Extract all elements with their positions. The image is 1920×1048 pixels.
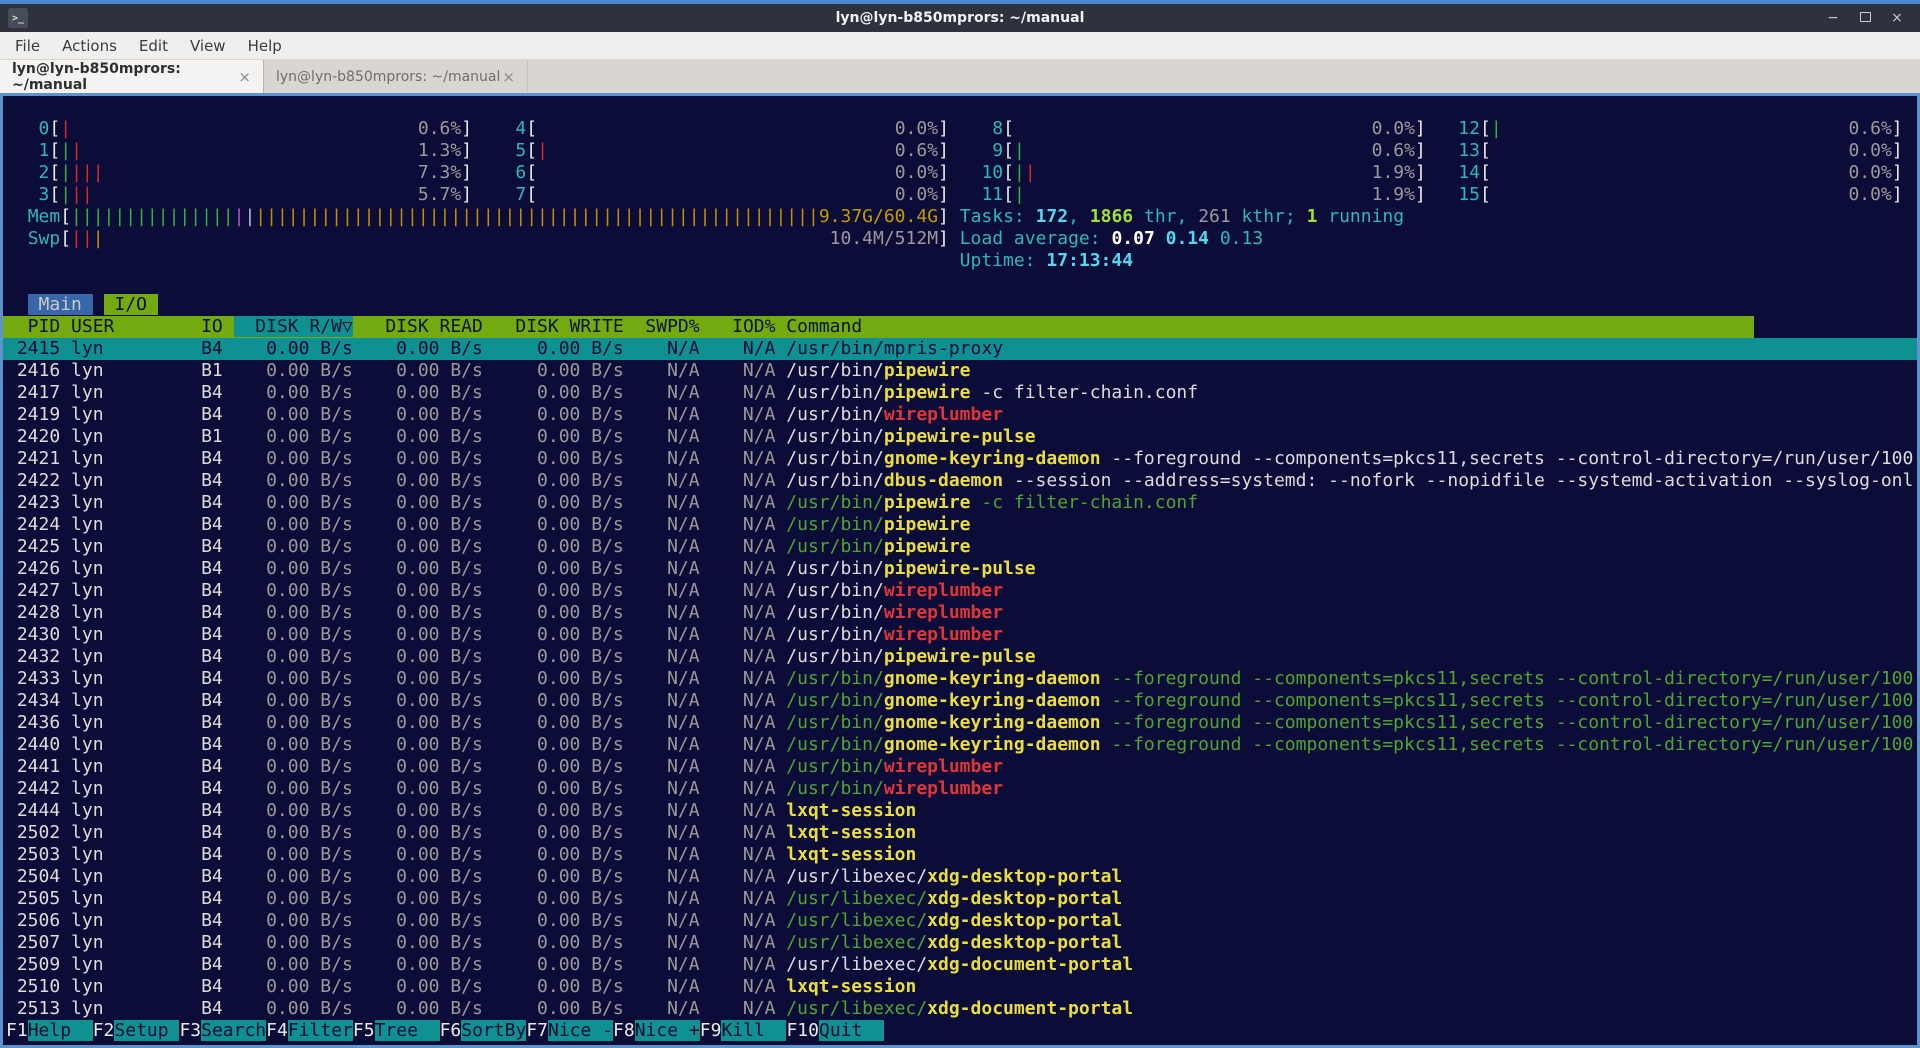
process-row[interactable]: 2510 lyn B4 0.00 B/s 0.00 B/s 0.00 B/s N… bbox=[3, 976, 1917, 998]
terminal-screen: 0[| 0.6%] 4[ 0.0%] 8[ 0.0%] 12[| 0.6%] 1… bbox=[0, 93, 1920, 1048]
titlebar: >_ lyn@lyn-b850mprors: ~/manual − × bbox=[0, 4, 1920, 32]
process-row[interactable]: 2421 lyn B4 0.00 B/s 0.00 B/s 0.00 B/s N… bbox=[3, 448, 1917, 470]
fkey-label-kill: Kill bbox=[721, 1020, 786, 1041]
minimize-button[interactable]: − bbox=[1820, 8, 1846, 28]
menubar: File Actions Edit View Help bbox=[0, 32, 1920, 60]
process-row[interactable]: 2442 lyn B4 0.00 B/s 0.00 B/s 0.00 B/s N… bbox=[3, 778, 1917, 800]
process-row[interactable]: 2419 lyn B4 0.00 B/s 0.00 B/s 0.00 B/s N… bbox=[3, 404, 1917, 426]
fkey-label-nice-: Nice + bbox=[635, 1020, 700, 1041]
table-header-row: PID USER IO DISK R/W▽ DISK READ DISK WRI… bbox=[3, 316, 1754, 338]
fkey-f9: F9 bbox=[700, 1020, 722, 1041]
column-header-command: Command bbox=[775, 316, 862, 337]
tab-label: lyn@lyn-b850mprors: ~/manual bbox=[12, 61, 238, 93]
fkey-label-nice-: Nice - bbox=[548, 1020, 613, 1041]
process-row[interactable]: 2430 lyn B4 0.00 B/s 0.00 B/s 0.00 B/s N… bbox=[3, 624, 1917, 646]
fkey-f5: F5 bbox=[353, 1020, 375, 1041]
swap-meter-row: Swp[||| 10.4M/512M] Load average: 0.07 0… bbox=[3, 228, 1917, 250]
process-row[interactable]: 2417 lyn B4 0.00 B/s 0.00 B/s 0.00 B/s N… bbox=[3, 382, 1917, 404]
fkey-label-sortby: SortBy bbox=[461, 1020, 526, 1041]
fkey-f8: F8 bbox=[613, 1020, 635, 1041]
terminal-tab-active[interactable]: lyn@lyn-b850mprors: ~/manual × bbox=[0, 60, 264, 93]
column-header-disk-rw-sort: DISK R/W▽ bbox=[234, 316, 353, 337]
fkey-f3: F3 bbox=[179, 1020, 201, 1041]
maximize-icon bbox=[1860, 12, 1871, 22]
column-header-disk-write: DISK WRITE bbox=[483, 316, 624, 337]
column-header-user: USER bbox=[71, 316, 179, 337]
process-row[interactable]: 2513 lyn B4 0.00 B/s 0.00 B/s 0.00 B/s N… bbox=[3, 998, 1917, 1020]
fkey-f1: F1 bbox=[6, 1020, 28, 1041]
window-title: lyn@lyn-b850mprors: ~/manual bbox=[0, 10, 1920, 26]
column-header-disk-read: DISK READ bbox=[353, 316, 483, 337]
process-row[interactable]: 2416 lyn B1 0.00 B/s 0.00 B/s 0.00 B/s N… bbox=[3, 360, 1917, 382]
cpu-meter-row: 3[||| 5.7%] 7[ 0.0%] 11[| 1.9%] 15[ 0.0%… bbox=[3, 184, 1917, 206]
process-row[interactable]: 2425 lyn B4 0.00 B/s 0.00 B/s 0.00 B/s N… bbox=[3, 536, 1917, 558]
memory-meter-row: Mem[||||||||||||||||||||||||||||||||||||… bbox=[3, 206, 1917, 228]
screen-tab-main: Main bbox=[28, 294, 93, 315]
process-row[interactable]: 2420 lyn B1 0.00 B/s 0.00 B/s 0.00 B/s N… bbox=[3, 426, 1917, 448]
fkey-f4: F4 bbox=[266, 1020, 288, 1041]
tab-close-icon[interactable]: × bbox=[238, 68, 251, 86]
process-row[interactable]: 2509 lyn B4 0.00 B/s 0.00 B/s 0.00 B/s N… bbox=[3, 954, 1917, 976]
function-key-bar: F1Help F2Setup F3SearchF4FilterF5Tree F6… bbox=[3, 1020, 1917, 1042]
process-row[interactable]: 2436 lyn B4 0.00 B/s 0.00 B/s 0.00 B/s N… bbox=[3, 712, 1917, 734]
process-row[interactable]: 2428 lyn B4 0.00 B/s 0.00 B/s 0.00 B/s N… bbox=[3, 602, 1917, 624]
fkey-f7: F7 bbox=[526, 1020, 548, 1041]
process-row[interactable]: 2422 lyn B4 0.00 B/s 0.00 B/s 0.00 B/s N… bbox=[3, 470, 1917, 492]
tab-close-icon[interactable]: × bbox=[502, 68, 515, 86]
fkey-label-setup: Setup bbox=[114, 1020, 179, 1041]
terminal-tabbar: lyn@lyn-b850mprors: ~/manual × lyn@lyn-b… bbox=[0, 60, 1920, 94]
maximize-button[interactable] bbox=[1852, 8, 1878, 28]
column-header-io: IO bbox=[179, 316, 233, 337]
fkey-label-search: Search bbox=[201, 1020, 266, 1041]
process-row[interactable]: 2427 lyn B4 0.00 B/s 0.00 B/s 0.00 B/s N… bbox=[3, 580, 1917, 602]
fkey-f10: F10 bbox=[786, 1020, 819, 1041]
process-row[interactable]: 2507 lyn B4 0.00 B/s 0.00 B/s 0.00 B/s N… bbox=[3, 932, 1917, 954]
menu-help[interactable]: Help bbox=[237, 37, 293, 55]
process-row[interactable]: 2506 lyn B4 0.00 B/s 0.00 B/s 0.00 B/s N… bbox=[3, 910, 1917, 932]
process-row[interactable]: 2434 lyn B4 0.00 B/s 0.00 B/s 0.00 B/s N… bbox=[3, 690, 1917, 712]
cpu-meter-row: 2[|||| 7.3%] 6[ 0.0%] 10[|| 1.9%] 14[ 0.… bbox=[3, 162, 1917, 184]
fkey-f6: F6 bbox=[440, 1020, 462, 1041]
process-row[interactable]: 2415 lyn B4 0.00 B/s 0.00 B/s 0.00 B/s N… bbox=[3, 338, 1917, 360]
terminal-tab-inactive[interactable]: lyn@lyn-b850mprors: ~/manual × bbox=[264, 60, 528, 93]
terminal-line bbox=[3, 272, 1917, 294]
tab-label: lyn@lyn-b850mprors: ~/manual bbox=[276, 69, 500, 85]
process-row[interactable]: 2441 lyn B4 0.00 B/s 0.00 B/s 0.00 B/s N… bbox=[3, 756, 1917, 778]
column-header-swpd: SWPD% bbox=[624, 316, 700, 337]
fkey-label-filter: Filter bbox=[288, 1020, 353, 1041]
column-header-iod: IOD% bbox=[700, 316, 776, 337]
cpu-meter-row: 1[|| 1.3%] 5[| 0.6%] 9[| 0.6%] 13[ 0.0%] bbox=[3, 140, 1917, 162]
process-row[interactable]: 2505 lyn B4 0.00 B/s 0.00 B/s 0.00 B/s N… bbox=[3, 888, 1917, 910]
cpu-meter-row: 0[| 0.6%] 4[ 0.0%] 8[ 0.0%] 12[| 0.6%] bbox=[3, 118, 1917, 140]
menu-view[interactable]: View bbox=[179, 37, 237, 55]
process-row[interactable]: 2426 lyn B4 0.00 B/s 0.00 B/s 0.00 B/s N… bbox=[3, 558, 1917, 580]
process-row[interactable]: 2503 lyn B4 0.00 B/s 0.00 B/s 0.00 B/s N… bbox=[3, 844, 1917, 866]
process-row[interactable]: 2424 lyn B4 0.00 B/s 0.00 B/s 0.00 B/s N… bbox=[3, 514, 1917, 536]
process-row[interactable]: 2423 lyn B4 0.00 B/s 0.00 B/s 0.00 B/s N… bbox=[3, 492, 1917, 514]
fkey-label-quit: Quit bbox=[819, 1020, 884, 1041]
menu-edit[interactable]: Edit bbox=[128, 37, 179, 55]
fkey-f2: F2 bbox=[93, 1020, 115, 1041]
process-row[interactable]: 2433 lyn B4 0.00 B/s 0.00 B/s 0.00 B/s N… bbox=[3, 668, 1917, 690]
screen-tab-io: I/O bbox=[104, 294, 158, 315]
menu-file[interactable]: File bbox=[4, 37, 51, 55]
fkey-label-help: Help bbox=[28, 1020, 93, 1041]
terminal-line bbox=[3, 96, 1917, 118]
menu-actions[interactable]: Actions bbox=[51, 37, 128, 55]
close-button[interactable]: × bbox=[1884, 8, 1910, 28]
process-row[interactable]: 2440 lyn B4 0.00 B/s 0.00 B/s 0.00 B/s N… bbox=[3, 734, 1917, 756]
column-header-pid: PID bbox=[6, 316, 71, 337]
process-row[interactable]: 2504 lyn B4 0.00 B/s 0.00 B/s 0.00 B/s N… bbox=[3, 866, 1917, 888]
screen-tabs-row: Main I/O bbox=[3, 294, 1917, 316]
uptime-row: Uptime: 17:13:44 bbox=[3, 250, 1917, 272]
process-row[interactable]: 2502 lyn B4 0.00 B/s 0.00 B/s 0.00 B/s N… bbox=[3, 822, 1917, 844]
process-row[interactable]: 2444 lyn B4 0.00 B/s 0.00 B/s 0.00 B/s N… bbox=[3, 800, 1917, 822]
process-row[interactable]: 2432 lyn B4 0.00 B/s 0.00 B/s 0.00 B/s N… bbox=[3, 646, 1917, 668]
fkey-label-tree: Tree bbox=[375, 1020, 440, 1041]
